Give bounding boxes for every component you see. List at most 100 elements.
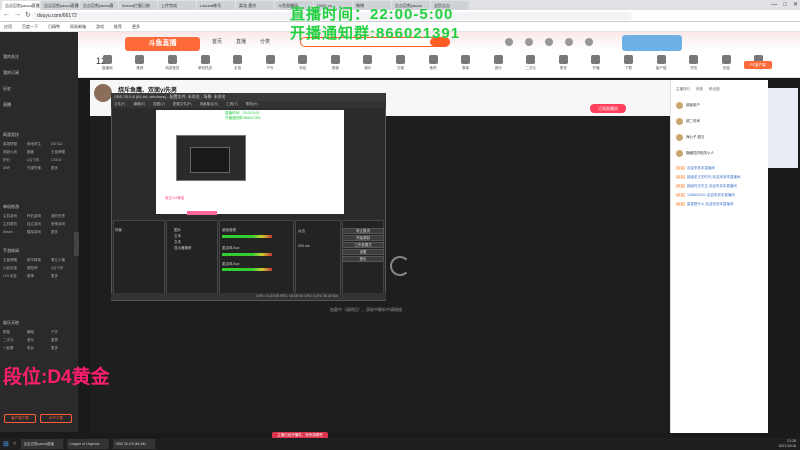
bookmark-item[interactable]: 更多 <box>132 24 140 30</box>
promo-banner[interactable] <box>768 88 798 168</box>
sidebar-link[interactable]: 更多 <box>51 274 75 279</box>
obs-studio-mode-button[interactable]: 工作室模式 <box>342 242 384 248</box>
obs-settings-button[interactable]: 设置 <box>342 249 384 255</box>
rank-user[interactable]: 超级用户 <box>676 102 700 109</box>
browser-tab[interactable]: 梨花-鹿亦 <box>236 1 274 10</box>
taskbar-app[interactable]: 吉吉忍剪yaoca直播 <box>20 439 63 449</box>
sidebar-link[interactable]: 和平精英 <box>27 258 51 263</box>
browser-tab[interactable]: 吉吉忍剪yaoca直播 <box>41 1 79 10</box>
rank-user[interactable]: 隐藏性的相关小人 <box>676 150 714 157</box>
sidebar-link[interactable]: 主机游戏 <box>3 214 27 219</box>
category-item[interactable]: 户外 <box>256 55 285 75</box>
category-item[interactable]: 直播间 <box>93 55 122 75</box>
category-item[interactable]: 开播 <box>582 55 611 75</box>
sidebar-link[interactable]: 音乐 <box>27 338 51 343</box>
sidebar-link[interactable]: DOTA2 <box>51 142 75 147</box>
sidebar-link[interactable]: 二次元 <box>3 338 27 343</box>
obs-source-item[interactable]: 显示器捕获 <box>174 246 192 251</box>
bookmark-item[interactable]: 百度一下 <box>22 24 38 30</box>
sidebar-link[interactable]: 火影忍者 <box>3 266 27 271</box>
rank-user[interactable]: 超二时间 <box>676 118 700 125</box>
taskbar-search-icon[interactable]: ○ <box>13 441 17 447</box>
tab-rank[interactable]: 主播排行 <box>676 87 690 92</box>
obs-scene-item[interactable]: 场景 <box>115 228 122 233</box>
sidebar-link[interactable]: QQ飞车 <box>51 266 75 271</box>
reload-icon[interactable]: ↻ <box>25 11 31 19</box>
sidebar-link[interactable]: 我的世界 <box>51 214 75 219</box>
obs-menu-item[interactable]: 编辑(E) <box>133 101 145 108</box>
bookmark-item[interactable]: 网易邮箱 <box>70 24 86 30</box>
obs-source-item[interactable]: 文本 <box>174 240 181 245</box>
obs-menu-item[interactable]: 帮助(H) <box>246 101 258 108</box>
browser-tab[interactable]: Aurora拦截已取 <box>119 1 157 10</box>
promo-banner[interactable] <box>622 35 682 51</box>
sidebar-link[interactable]: 电台 <box>27 346 51 351</box>
browser-tab[interactable]: Lacuna帐号 <box>197 1 235 10</box>
sidebar-link[interactable]: 原神 <box>27 274 51 279</box>
obs-transition-select[interactable]: 淡出 <box>298 229 305 234</box>
category-item[interactable]: 网游竞技 <box>158 55 187 75</box>
sidebar-link[interactable]: Steam <box>3 230 27 235</box>
category-item[interactable]: 颜值 <box>321 55 350 75</box>
sidebar-link[interactable]: 第五人格 <box>51 258 75 263</box>
category-item[interactable]: 娱乐 <box>354 55 383 75</box>
follow-icon[interactable] <box>525 38 533 46</box>
category-item[interactable]: 手游 <box>223 55 252 75</box>
category-item[interactable]: 音乐 <box>484 55 513 75</box>
back-icon[interactable]: ← <box>3 11 10 19</box>
obs-source-item[interactable]: 文本 <box>174 234 181 239</box>
category-item[interactable]: 推荐 <box>126 55 155 75</box>
category-item[interactable]: 充值 <box>712 55 741 75</box>
tab-noble[interactable]: 贵族 <box>696 87 703 92</box>
sidebar-link[interactable]: 颜值 <box>3 330 27 335</box>
sidebar-link[interactable]: DNF <box>3 166 27 171</box>
sidebar-link[interactable]: CSGO <box>51 158 75 163</box>
history-icon[interactable] <box>505 38 513 46</box>
message-icon[interactable] <box>545 38 553 46</box>
app-download-button[interactable]: APP下载 <box>40 414 72 423</box>
obs-start-record-button[interactable]: 开始录制 <box>342 235 384 241</box>
sidebar-link[interactable]: 独立游戏 <box>27 222 51 227</box>
sidebar-item-live[interactable]: 直播 <box>3 102 11 108</box>
category-item[interactable]: 下载 <box>614 55 643 75</box>
menu-home[interactable]: 首页 <box>212 38 222 45</box>
obs-stop-stream-button[interactable]: 停止推流 <box>342 228 384 234</box>
sidebar-link[interactable]: 炉石 <box>3 158 27 163</box>
obs-menu-item[interactable]: 场景集合(S) <box>200 101 219 108</box>
sidebar-link[interactable]: 英雄联盟 <box>3 142 27 147</box>
category-item[interactable]: 赛事 <box>451 55 480 75</box>
sidebar-link[interactable]: 模拟游戏 <box>27 230 51 235</box>
sidebar-link[interactable]: 恐怖游戏 <box>51 222 75 227</box>
obs-menu-item[interactable]: 文件(F) <box>114 101 125 108</box>
category-item[interactable]: 客户端 <box>647 55 676 75</box>
sidebar-link[interactable]: 更多 <box>51 230 75 235</box>
pc-client-button[interactable]: PC客户端 <box>744 61 772 69</box>
rank-user[interactable]: 海公子 超五 <box>676 134 704 141</box>
sidebar-link[interactable]: QQ飞车 <box>27 158 51 163</box>
minimize-button[interactable]: — <box>771 0 777 10</box>
sidebar-link[interactable]: 一起看 <box>3 346 27 351</box>
obs-menu-item[interactable]: 配置文件(P) <box>173 101 192 108</box>
obs-duration-field[interactable]: 300 ms <box>298 244 309 248</box>
site-logo[interactable]: 斗鱼直播 <box>125 37 200 51</box>
browser-tab[interactable]: 吉吉忍剪yaoca直 <box>80 1 118 10</box>
obs-menu-item[interactable]: 视图(V) <box>153 101 165 108</box>
client-download-button[interactable]: 客户端下载 <box>4 414 36 423</box>
obs-exit-button[interactable]: 退出 <box>342 256 384 262</box>
download-icon[interactable] <box>565 38 573 46</box>
sidebar-link[interactable]: 穿越火线 <box>3 150 27 155</box>
subscribe-room-button[interactable]: 订阅直播间 <box>590 104 626 113</box>
browser-tab[interactable]: 吉吉忍剪yaoca直播_斗... <box>2 1 40 10</box>
avatar[interactable] <box>585 38 593 46</box>
close-button[interactable]: ✕ <box>793 0 798 10</box>
forward-icon[interactable]: → <box>14 11 21 19</box>
streamer-avatar[interactable] <box>94 84 112 102</box>
sidebar-link[interactable]: 绝地求生 <box>27 142 51 147</box>
sidebar-link[interactable]: 户外 <box>51 330 75 335</box>
bookmark-item[interactable]: 日精鸭 <box>48 24 60 30</box>
sidebar-link[interactable]: 守望先锋 <box>27 166 51 171</box>
sidebar-item-follow[interactable]: 我的关注 <box>3 54 19 60</box>
sidebar-link[interactable]: LOL手游 <box>3 274 27 279</box>
sidebar-link[interactable]: 王者荣耀 <box>3 258 27 263</box>
sidebar-collapse-handle[interactable] <box>74 232 79 256</box>
